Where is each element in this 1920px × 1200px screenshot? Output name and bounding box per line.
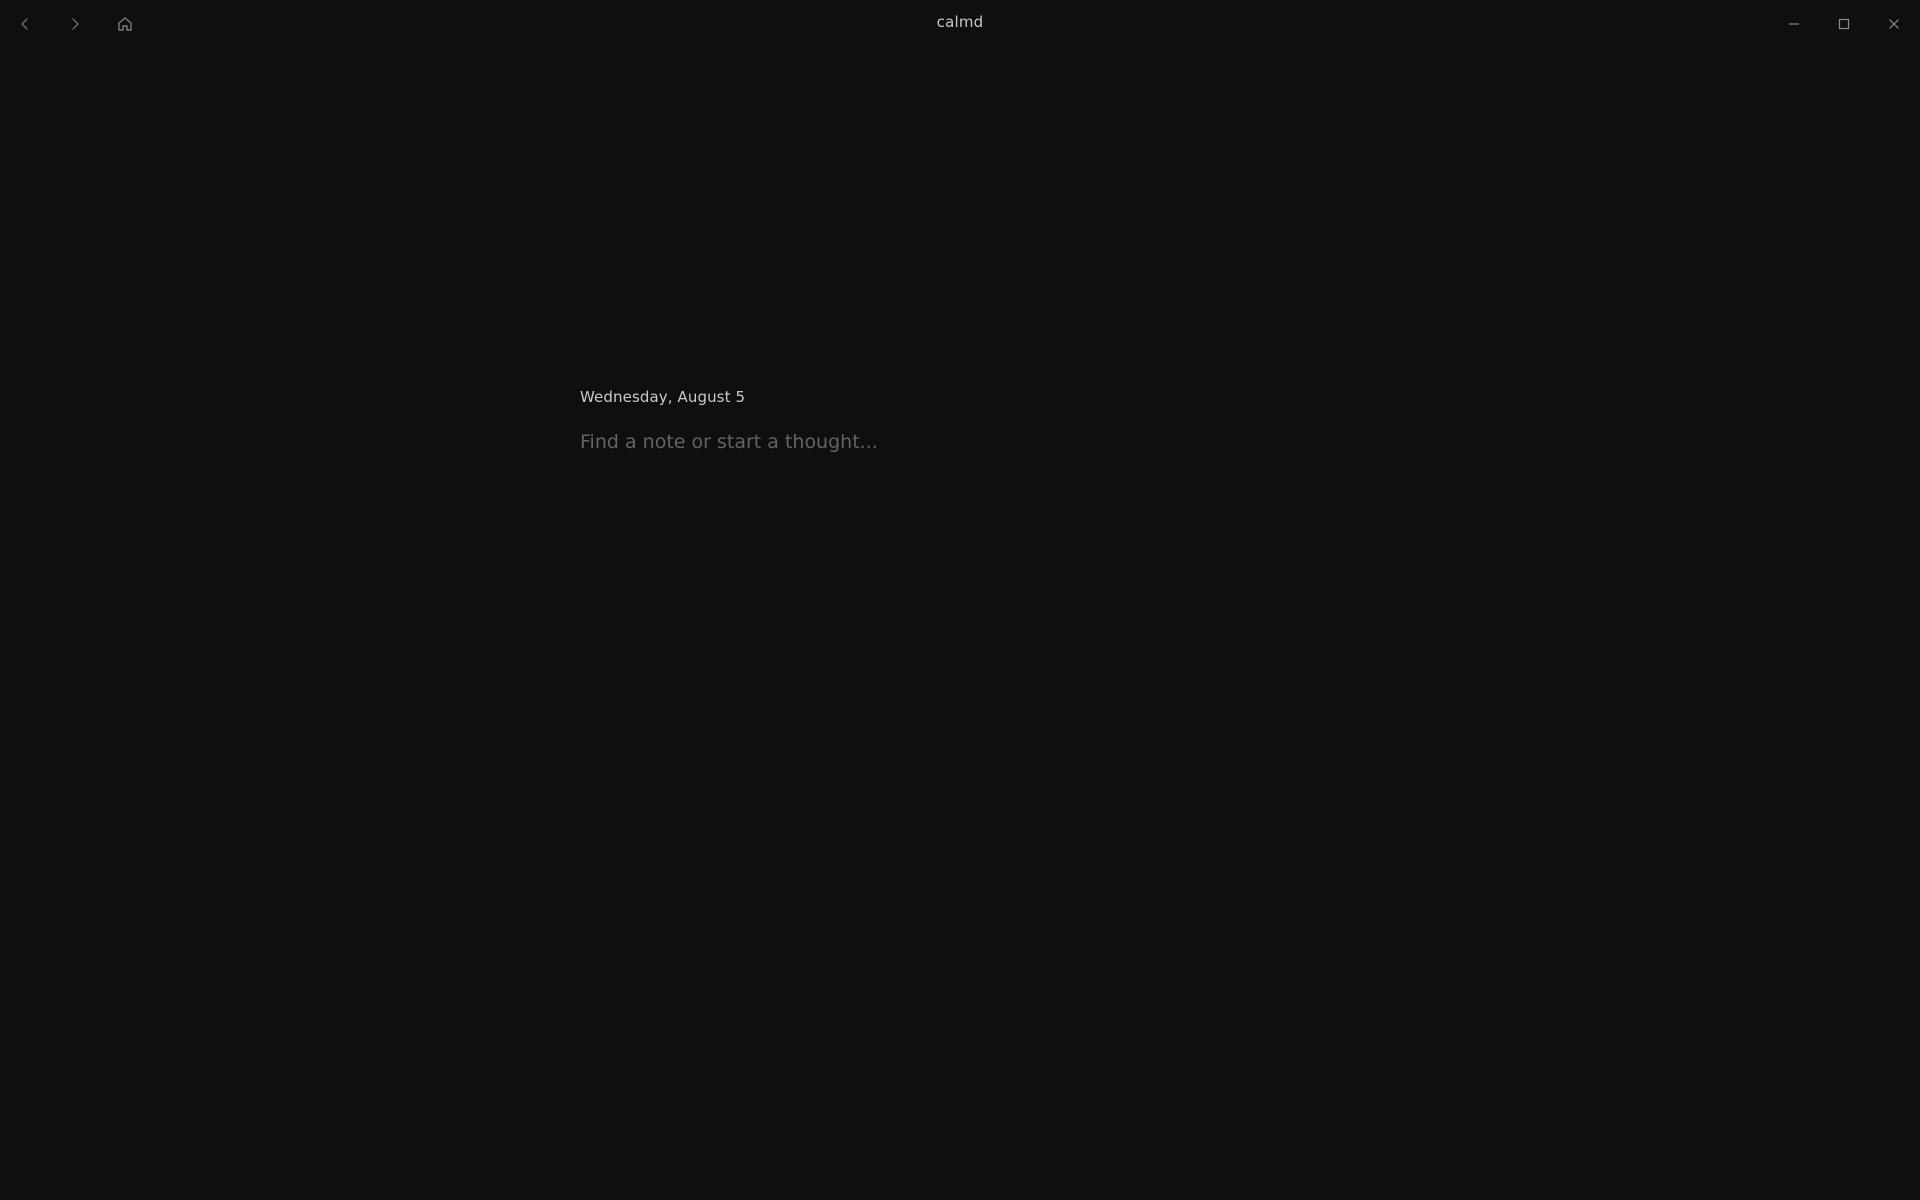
date-label: Wednesday, August 5 — [580, 388, 746, 406]
forward-button[interactable] — [50, 0, 100, 48]
maximize-icon — [1837, 17, 1851, 31]
chevron-right-icon — [67, 16, 83, 32]
maximize-button[interactable] — [1819, 0, 1869, 48]
title-bar[interactable]: calmd — [0, 0, 1920, 48]
note-search-input[interactable] — [580, 426, 1340, 458]
back-button[interactable] — [0, 0, 50, 48]
chevron-left-icon — [17, 16, 33, 32]
app-window: calmd Wednesday, August 5 Find a note or… — [0, 0, 1920, 1200]
app-title: calmd — [936, 13, 984, 31]
close-icon — [1887, 17, 1901, 31]
home-button[interactable] — [100, 0, 150, 48]
close-button[interactable] — [1869, 0, 1919, 48]
minimize-icon — [1787, 17, 1801, 31]
home-icon — [116, 15, 134, 33]
minimize-button[interactable] — [1769, 0, 1819, 48]
home-panel: Wednesday, August 5 — [580, 385, 1340, 458]
